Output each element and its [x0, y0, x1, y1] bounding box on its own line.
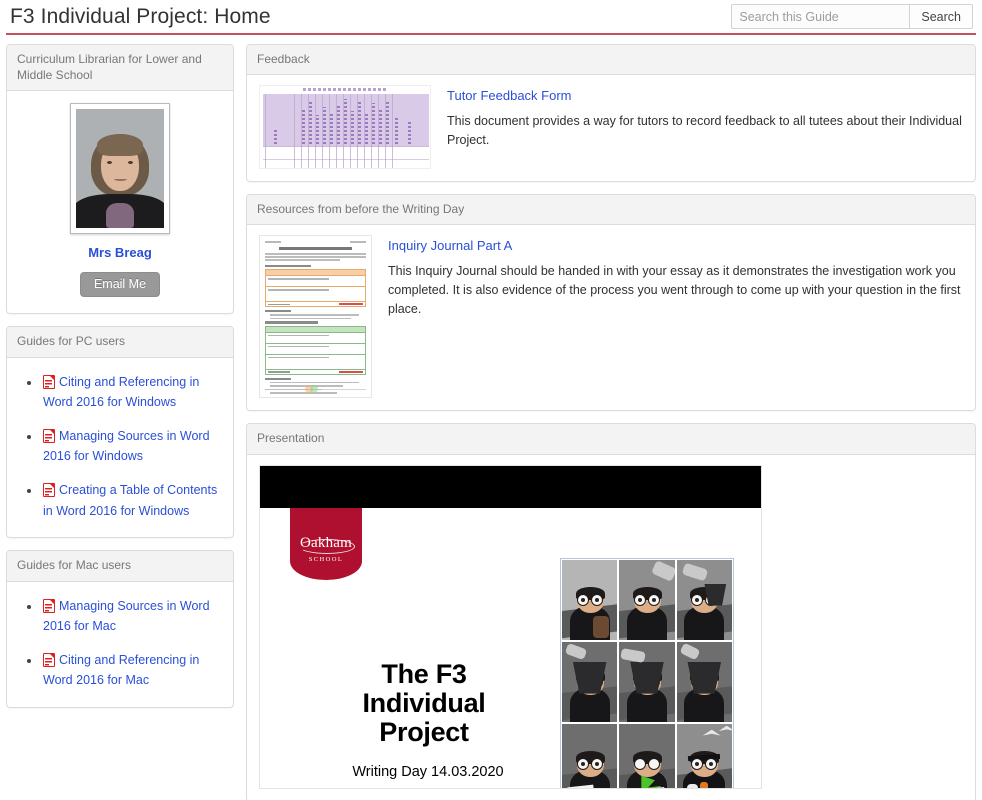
pdf-icon — [43, 428, 55, 443]
list-item: Citing and Referencing in Word 2016 for … — [41, 650, 221, 691]
presentation-embed[interactable]: Oakham SCHOOL The F3 Individual Project … — [259, 464, 762, 789]
search-button[interactable]: Search — [909, 4, 973, 29]
presentation-toolbar[interactable] — [260, 465, 761, 508]
tutor-feedback-form-thumbnail[interactable] — [259, 85, 431, 170]
list-item: Managing Sources in Word 2016 for Window… — [41, 426, 221, 467]
sidebar-column: Curriculum Librarian for Lower and Middl… — [6, 44, 234, 720]
comic-strip-image: Source: Unknown — [560, 557, 734, 788]
pc-guide-link-1[interactable]: Citing and Referencing in Word 2016 for … — [43, 375, 199, 410]
mac-guides-box: Guides for Mac users Managing Sources in… — [6, 550, 234, 708]
guide-search: Search — [731, 4, 973, 29]
pc-guides-list: Citing and Referencing in Word 2016 for … — [19, 372, 221, 522]
page-title: F3 Individual Project: Home — [10, 4, 271, 28]
page-content: Curriculum Librarian for Lower and Middl… — [0, 35, 982, 800]
comic-panel — [676, 641, 732, 722]
comic-panel — [562, 559, 618, 640]
pdf-icon — [43, 483, 55, 498]
page-header: F3 Individual Project: Home Search — [0, 0, 982, 33]
comic-panel — [562, 723, 618, 788]
pdf-icon — [43, 374, 55, 389]
pc-guide-link-3[interactable]: Creating a Table of Contents in Word 201… — [43, 483, 217, 518]
inquiry-journal-thumbnail[interactable] — [259, 235, 372, 399]
logo-word: Oakham — [298, 534, 356, 554]
pdf-icon — [43, 652, 55, 667]
librarian-name-link[interactable]: Mrs Breag — [17, 245, 223, 260]
librarian-profile-box: Curriculum Librarian for Lower and Middl… — [6, 44, 234, 315]
pc-guide-link-2[interactable]: Managing Sources in Word 2016 for Window… — [43, 429, 210, 464]
presentation-heading: Presentation — [247, 424, 975, 455]
pdf-icon — [43, 598, 55, 613]
list-item: Creating a Table of Contents in Word 201… — [41, 480, 221, 521]
comic-panel — [676, 723, 732, 788]
logo-subtitle: SCHOOL — [308, 555, 344, 563]
comic-panel — [676, 559, 732, 640]
resources-box: Resources from before the Writing Day In… — [246, 194, 976, 412]
tutor-feedback-form-link[interactable]: Tutor Feedback Form — [447, 88, 572, 103]
oakham-school-logo: Oakham SCHOOL — [290, 507, 362, 580]
feedback-box: Feedback Tutor Feedback Form This docume… — [246, 44, 976, 183]
search-input[interactable] — [731, 4, 910, 29]
comic-panel — [562, 641, 618, 722]
email-me-button[interactable]: Email Me — [79, 272, 161, 298]
mac-guides-list: Managing Sources in Word 2016 for Mac Ci… — [19, 596, 221, 692]
resources-heading: Resources from before the Writing Day — [247, 195, 975, 226]
presentation-box: Presentation Oakham SCHOOL The F3 Indivi… — [246, 423, 976, 800]
pc-guides-heading: Guides for PC users — [7, 327, 233, 358]
avatar — [70, 103, 170, 235]
list-item: Citing and Referencing in Word 2016 for … — [41, 372, 221, 413]
comic-panel — [619, 559, 675, 640]
portrait-photo — [76, 109, 164, 229]
feedback-description: This document provides a way for tutors … — [447, 114, 962, 147]
pc-guides-box: Guides for PC users Citing and Referenci… — [6, 326, 234, 539]
librarian-profile-heading: Curriculum Librarian for Lower and Middl… — [7, 45, 233, 92]
feedback-heading: Feedback — [247, 45, 975, 76]
list-item: Managing Sources in Word 2016 for Mac — [41, 596, 221, 637]
slide-subtitle: Writing Day 14.03.2020 — [352, 763, 504, 780]
comic-panel — [619, 723, 675, 788]
slide-title: The F3 Individual Project — [362, 658, 486, 747]
presentation-slide: Oakham SCHOOL The F3 Individual Project … — [260, 507, 761, 788]
resources-description: This Inquiry Journal should be handed in… — [388, 264, 961, 316]
mac-guides-heading: Guides for Mac users — [7, 551, 233, 582]
inquiry-journal-link[interactable]: Inquiry Journal Part A — [388, 238, 512, 253]
comic-panel — [619, 641, 675, 722]
mac-guide-link-2[interactable]: Citing and Referencing in Word 2016 for … — [43, 653, 199, 688]
mac-guide-link-1[interactable]: Managing Sources in Word 2016 for Mac — [43, 599, 210, 634]
main-column: Feedback Tutor Feedback Form This docume… — [246, 44, 976, 800]
